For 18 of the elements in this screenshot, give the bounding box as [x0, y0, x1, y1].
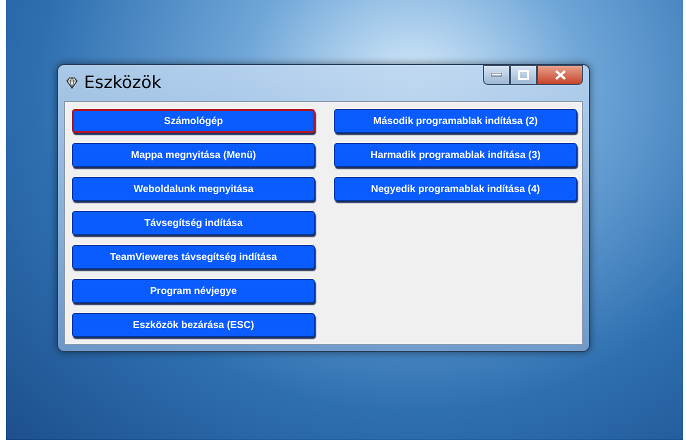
diamond-icon [66, 77, 78, 89]
tool-button[interactable]: Program névjegye [72, 279, 315, 303]
tool-button[interactable]: Weboldalunk megnyitása [72, 177, 315, 201]
tool-button[interactable]: Számológép [72, 109, 315, 133]
tool-button[interactable]: Mappa megnyitása (Menü) [72, 143, 315, 167]
close-button[interactable] [537, 65, 583, 85]
tool-button[interactable]: TeamVieweres távsegítség indítása [72, 245, 315, 269]
tool-button[interactable]: Harmadik programablak indítása (3) [334, 143, 577, 167]
tool-button[interactable]: Eszközök bezárása (ESC) [72, 313, 315, 337]
close-icon [554, 70, 566, 80]
minimize-icon [491, 73, 502, 77]
maximize-button[interactable] [510, 65, 537, 85]
tool-button[interactable]: Negyedik programablak indítása (4) [334, 177, 577, 201]
minimize-button[interactable] [483, 65, 510, 85]
window-title: Eszközök [84, 73, 162, 93]
tool-button[interactable]: Távsegítség indítása [72, 211, 315, 235]
tool-button[interactable]: Második programablak indítása (2) [334, 109, 577, 133]
maximize-icon [518, 70, 529, 80]
